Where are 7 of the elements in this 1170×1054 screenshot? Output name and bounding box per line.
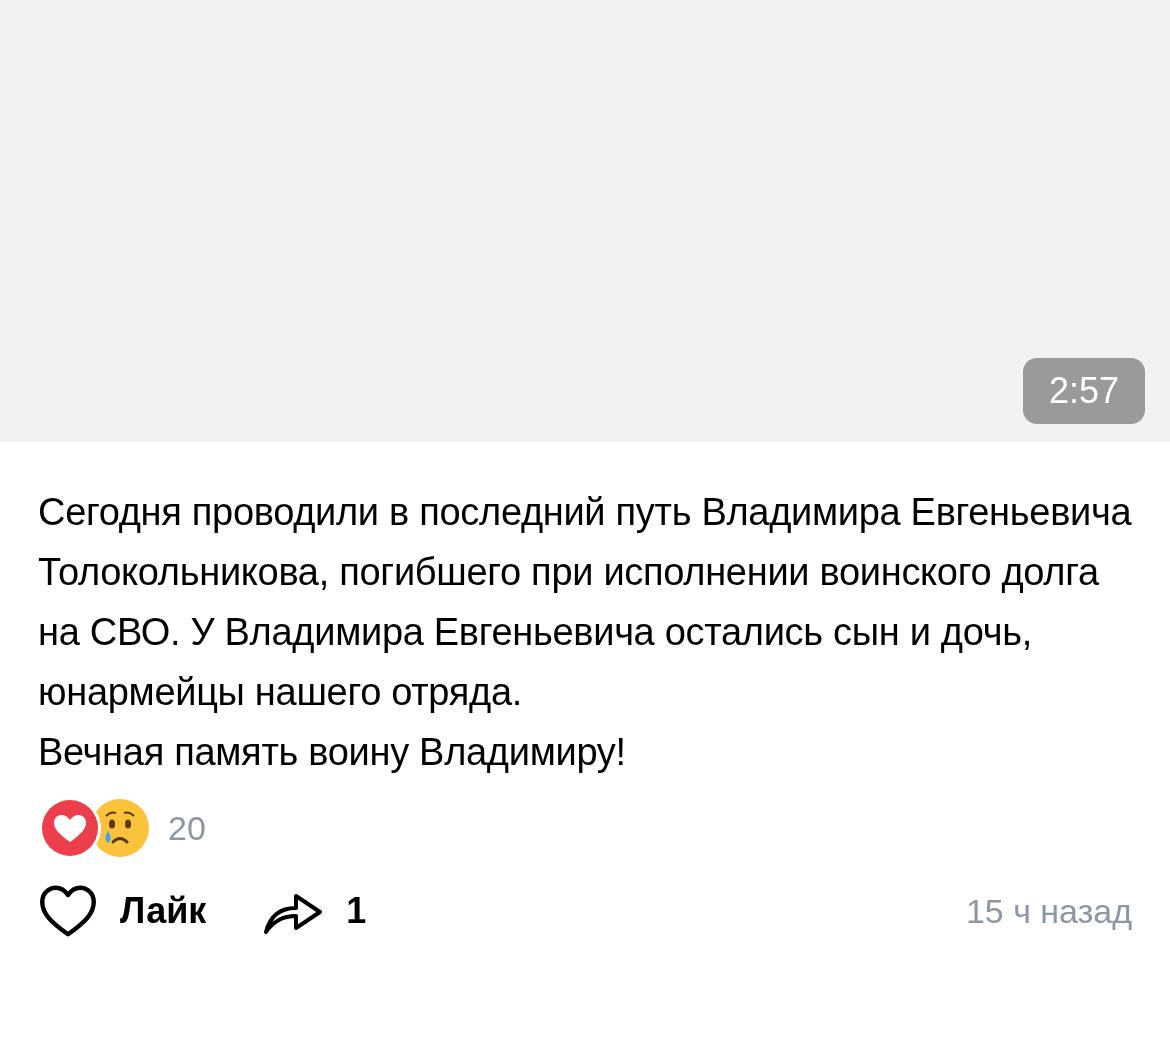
post-time: 15 ч назад [965,890,1132,932]
post-text: Вечная память воину Владимиру! [38,730,627,775]
post-text: Сегодня проводили в последний путь Владимира Евгеньевича Толокольникова, погибшего при исполнении воинского долга на СВО. У Владимира Евгеньевича остались сын и дочь, юнармейцы нашего отряда. [38,490,1132,715]
share-button[interactable]: 1 [262,884,367,938]
reaction-count: 20 [168,807,206,849]
like-button[interactable]: Лайк [38,884,207,938]
video-duration: 2:57 [1022,358,1145,424]
